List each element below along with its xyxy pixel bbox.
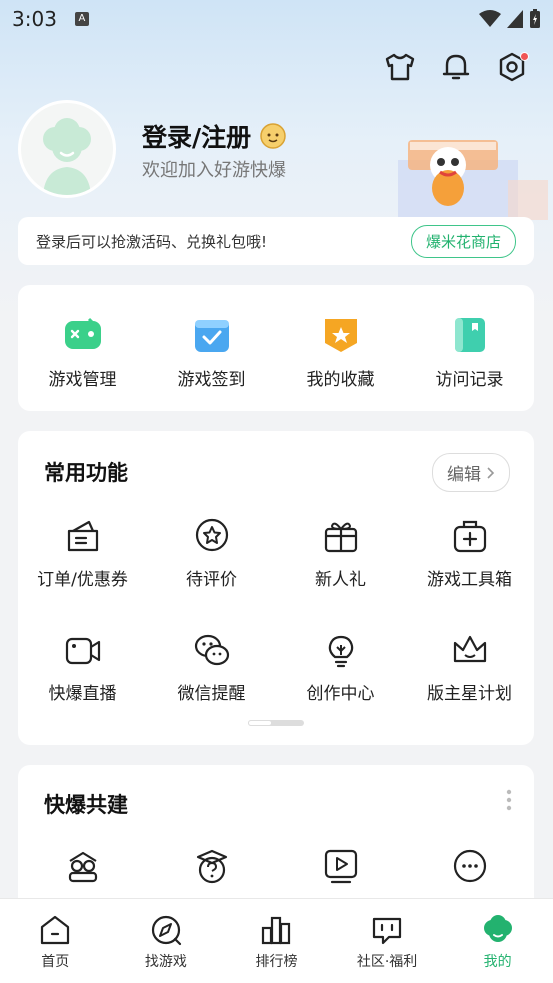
quick-action-game-manage[interactable]: 游戏管理 [18,315,147,390]
co-build-title: 快爆共建 [44,793,128,817]
tab-community[interactable]: 社区·福利 [332,899,443,983]
tab-me[interactable]: 我的 [442,899,553,983]
function-live-stream[interactable]: 快爆直播 [18,631,147,704]
book-icon [454,318,485,352]
quick-action-favorites[interactable]: 我的收藏 [276,315,405,390]
battery-icon [530,9,540,28]
tab-label: 首页 [41,954,70,970]
tab-label: 我的 [483,954,512,970]
common-functions-card: 常用功能 编辑 订单/优惠券 待评价 新人礼 游戏工具箱 快爆直播 微信提醒 创… [18,431,534,745]
function-label: 创作中心 [306,684,375,704]
settings-badge [520,52,529,61]
calendar-check-icon [194,320,229,352]
chevron-right-icon [487,466,495,479]
notification-button[interactable] [439,50,473,84]
quick-action-label: 游戏签到 [177,370,246,390]
ranking-icon [262,916,291,945]
question-icon [196,849,227,884]
gift-icon [324,522,357,553]
more-vertical-icon[interactable] [506,789,512,811]
settings-button[interactable] [495,50,529,84]
login-title: 登录/注册 [142,123,252,152]
bell-icon [442,54,470,80]
home-icon [41,915,70,945]
play-video-icon [324,849,357,884]
avatar[interactable] [18,100,116,198]
quick-action-label: 我的收藏 [306,370,375,390]
co-build-item[interactable] [147,847,276,885]
lightbulb-icon [328,635,353,668]
page-indicator [248,720,304,726]
status-indicators [479,9,541,29]
wifi-icon [479,10,501,27]
function-orders-coupons[interactable]: 订单/优惠券 [18,517,147,590]
co-build-item[interactable] [276,847,405,885]
quick-action-history[interactable]: 访问记录 [405,315,534,390]
function-label: 新人礼 [315,570,366,590]
function-label: 快爆直播 [48,684,117,704]
co-build-item[interactable] [18,847,147,885]
function-creator-center[interactable]: 创作中心 [276,631,405,704]
quick-action-game-checkin[interactable]: 游戏签到 [147,315,276,390]
popcorn-emoji-icon [260,123,286,149]
status-bar: 3:03 A [0,0,553,38]
header-actions [383,50,529,84]
quick-action-label: 访问记录 [435,370,504,390]
outfit-button[interactable] [383,50,417,84]
mascot-illustration [398,140,548,220]
edit-label: 编辑 [447,465,481,485]
function-pending-review[interactable]: 待评价 [147,517,276,590]
function-toolbox[interactable]: 游戏工具箱 [405,517,534,590]
function-wechat-reminder[interactable]: 微信提醒 [147,631,276,704]
function-newbie-gift[interactable]: 新人礼 [276,517,405,590]
function-label: 微信提醒 [177,684,246,704]
co-build-item[interactable] [405,847,534,885]
coupon-icon [67,520,98,552]
common-functions-title: 常用功能 [44,461,128,485]
quick-actions-card: 游戏管理 游戏签到 我的收藏 访问记录 [18,285,534,411]
profile-icon [483,915,512,942]
status-time: 3:03 [12,7,57,31]
compass-icon [151,915,181,946]
function-label: 版主星计划 [427,684,512,704]
tab-ranking[interactable]: 排行榜 [221,899,332,983]
review-star-icon [195,518,228,552]
login-hint-text: 登录后可以抢激活码、兑换礼包哦! [36,232,268,251]
page-indicator-active [248,720,272,726]
tab-label: 社区·福利 [356,954,418,970]
tab-label: 找游戏 [144,954,187,970]
bottom-tab-bar: 首页 找游戏 排行榜 社区·福利 我的 [0,898,553,983]
community-icon [372,917,402,945]
tab-label: 排行榜 [255,954,298,970]
welcome-subtitle: 欢迎加入好游快爆 [142,160,286,181]
default-avatar-icon [21,103,113,195]
function-label: 游戏工具箱 [427,570,512,590]
signal-icon [507,10,523,28]
function-moderator-plan[interactable]: 版主星计划 [405,631,534,704]
function-label: 待评价 [186,570,237,590]
toolbox-icon [453,520,486,553]
more-icon [453,849,486,883]
edit-button[interactable]: 编辑 [432,453,510,492]
login-register-link[interactable]: 登录/注册 [142,118,287,154]
function-label: 订单/优惠券 [37,570,128,590]
login-hint-banner: 登录后可以抢激活码、兑换礼包哦! 爆米花商店 [18,217,534,265]
tab-find-games[interactable]: 找游戏 [111,899,222,983]
gamepad-icon [64,317,101,349]
shirt-icon [385,53,415,81]
quick-action-label: 游戏管理 [48,370,117,390]
popcorn-shop-button[interactable]: 爆米花商店 [410,224,516,258]
owl-icon [68,851,97,883]
crown-icon [453,635,486,663]
video-camera-icon [65,637,100,665]
tab-home[interactable]: 首页 [0,899,111,983]
notification-a-icon: A [74,12,89,26]
wechat-icon [194,634,229,666]
star-badge-icon [324,319,357,352]
